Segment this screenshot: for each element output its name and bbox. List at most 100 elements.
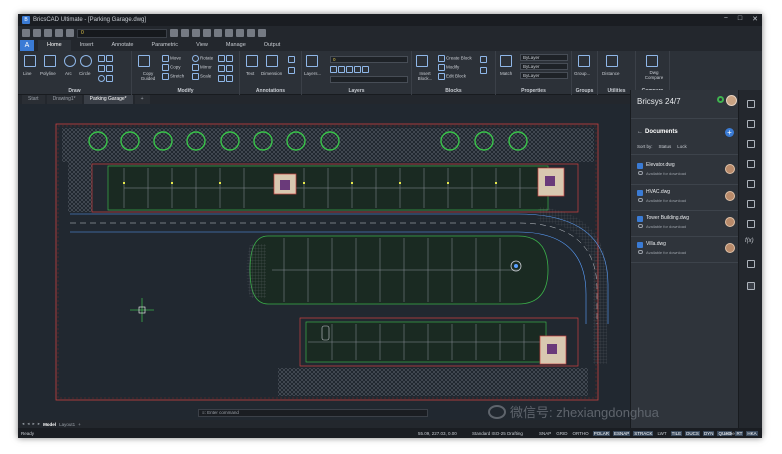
command-line-input[interactable]: ≡: Enter command — [198, 409, 428, 417]
table-tool[interactable] — [288, 67, 296, 74]
pan-icon[interactable] — [214, 29, 222, 37]
create-block-tool[interactable]: Create Block — [438, 55, 472, 62]
status-toggle-snap[interactable]: SNAP — [538, 431, 552, 436]
open-file-icon[interactable] — [33, 29, 41, 37]
layer-isolate-icon[interactable] — [338, 66, 345, 73]
zoom-icon[interactable] — [225, 29, 233, 37]
layer-match-icon[interactable] — [362, 66, 369, 73]
circle-tool[interactable] — [80, 55, 93, 67]
document-item[interactable]: Elevator.dwg Available for download — [637, 159, 737, 183]
layer-state-select[interactable] — [330, 76, 408, 83]
layout-nav-first-icon[interactable]: ◂ — [22, 421, 24, 427]
document-item[interactable]: HVAC.dwg Available for download — [637, 186, 737, 210]
scale-tool[interactable]: Scale — [192, 73, 211, 80]
new-doc-tab-button[interactable]: + — [134, 95, 150, 104]
formula-icon[interactable]: f(x) — [745, 238, 754, 246]
attachments-icon[interactable] — [747, 180, 755, 188]
edit-block-tool[interactable]: Edit Block — [438, 73, 466, 80]
tab-annotate[interactable]: Annotate — [102, 40, 142, 51]
help-icon[interactable] — [258, 29, 266, 37]
save-icon[interactable] — [44, 29, 52, 37]
layout-tab-layout1[interactable]: Layout1 — [59, 422, 75, 427]
block-attrib-tool[interactable] — [480, 56, 488, 63]
layout-nav-prev-icon[interactable]: ◂ — [27, 421, 29, 427]
doc-tab-start[interactable]: Start — [22, 95, 45, 104]
status-toggle-rt[interactable]: RT — [735, 430, 744, 436]
tab-manage[interactable]: Manage — [217, 40, 255, 51]
status-toggle-grid[interactable]: GRID — [555, 431, 568, 436]
match-tool[interactable] — [500, 55, 513, 67]
text-tool[interactable] — [246, 55, 259, 67]
hatch-tool[interactable] — [98, 65, 114, 72]
block-xref-tool[interactable] — [480, 67, 488, 74]
layout-tab-add[interactable]: + — [78, 422, 81, 427]
status-toggle-strack[interactable]: STRACK — [633, 430, 654, 436]
minimize-button[interactable]: − — [724, 15, 728, 23]
drawing-explorer-icon[interactable] — [747, 260, 755, 268]
status-toggle-ducs[interactable]: DUCS — [685, 430, 700, 436]
status-none[interactable]: None — [724, 431, 735, 436]
layer-off-icon[interactable] — [330, 66, 337, 73]
polyline-tool[interactable] — [44, 55, 57, 67]
explode-tool[interactable] — [218, 75, 234, 82]
text-style[interactable]: Standard — [472, 431, 490, 436]
tab-view[interactable]: View — [187, 40, 217, 51]
status-toggle-dyn[interactable]: DYN — [702, 430, 715, 436]
fillet-tool[interactable] — [218, 65, 234, 72]
new-file-icon[interactable] — [22, 29, 30, 37]
line-tool[interactable] — [24, 55, 37, 67]
doc-tab-parking-garage[interactable]: Parking Garage* — [83, 95, 133, 104]
tab-parametric[interactable]: Parametric — [142, 40, 187, 51]
trim-tool[interactable] — [218, 55, 234, 62]
properties-icon[interactable] — [192, 29, 200, 37]
rotate-tool[interactable]: Rotate — [192, 55, 213, 62]
tab-output[interactable]: Output — [255, 40, 290, 51]
group-tool[interactable] — [578, 55, 591, 67]
sort-by-lock[interactable]: Lock — [677, 144, 687, 149]
status-toggle-ortho[interactable]: ORTHO — [572, 431, 590, 436]
library-icon[interactable] — [747, 200, 755, 208]
tips-icon[interactable] — [747, 100, 755, 108]
lineweight-select[interactable]: ByLayer — [520, 72, 568, 79]
sort-by-status[interactable]: Status — [659, 144, 672, 149]
app-menu-button[interactable]: A — [20, 40, 34, 51]
copy-guided-tool[interactable] — [138, 55, 151, 67]
linetype-select[interactable]: ByLayer — [520, 63, 568, 70]
modify-block-tool[interactable]: Modify — [438, 64, 459, 71]
user-avatar[interactable] — [726, 95, 737, 106]
color-select[interactable]: ByLayer — [520, 54, 568, 61]
workspace[interactable]: Drafting — [507, 431, 523, 436]
status-style-settings[interactable]: Standard ISO-25 Drafting — [472, 431, 523, 436]
layers-tool[interactable] — [306, 55, 319, 67]
tab-home[interactable]: Home — [38, 40, 71, 51]
layers-panel-icon[interactable] — [747, 160, 755, 168]
status-toggle-hka[interactable]: HKA — [746, 430, 758, 436]
close-button[interactable]: ✕ — [752, 15, 758, 23]
measure-icon[interactable] — [203, 29, 211, 37]
move-tool[interactable]: Move — [162, 55, 181, 62]
layout-nav-last-icon[interactable]: ▸ — [38, 421, 40, 427]
tab-insert[interactable]: Insert — [71, 40, 103, 51]
print-icon[interactable] — [55, 29, 63, 37]
layer-freeze-icon[interactable] — [346, 66, 353, 73]
status-toggle-esnap[interactable]: ESNAP — [612, 430, 631, 436]
cloud-panel-icon[interactable] — [747, 282, 755, 290]
add-document-button[interactable]: + — [725, 128, 734, 137]
layout-tab-model[interactable]: Model — [43, 422, 56, 427]
distance-tool[interactable] — [606, 55, 619, 67]
back-arrow-icon[interactable]: ← — [637, 129, 643, 135]
status-toggle-polar[interactable]: POLAR — [592, 430, 610, 436]
dim-style[interactable]: ISO-25 — [492, 431, 506, 436]
mirror-tool[interactable]: Mirror — [192, 64, 212, 71]
insert-block-tool[interactable] — [416, 55, 429, 67]
render-icon[interactable] — [247, 29, 255, 37]
layout-nav-next-icon[interactable]: ▸ — [33, 421, 35, 427]
status-toggle-lwt[interactable]: LWT — [656, 431, 667, 436]
copy-tool[interactable]: Copy — [162, 64, 181, 71]
settings-icon[interactable] — [236, 29, 244, 37]
structure-icon[interactable] — [747, 140, 755, 148]
arc-tool[interactable] — [64, 55, 77, 67]
document-item[interactable]: Villa.dwg Available for download — [637, 238, 737, 262]
layer-lock-icon[interactable] — [354, 66, 361, 73]
layer-select[interactable]: 0 — [330, 56, 408, 63]
